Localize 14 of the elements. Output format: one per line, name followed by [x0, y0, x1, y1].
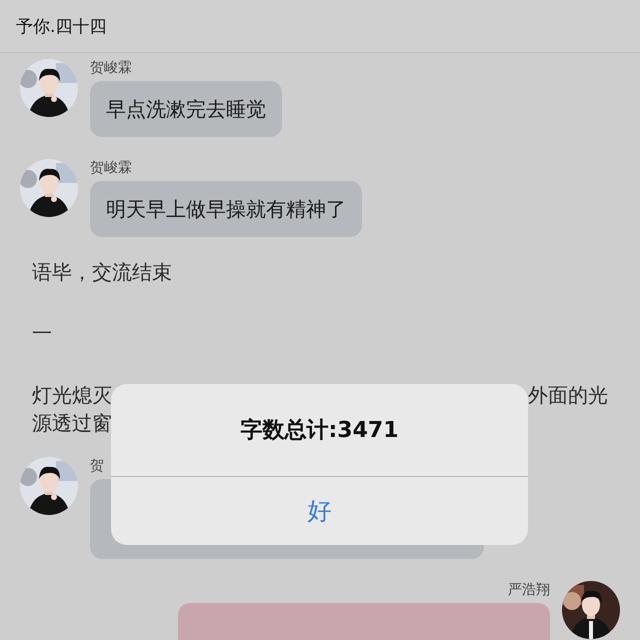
alert-message: 字数总计:3471: [240, 416, 399, 445]
sender-name: 贺峻霖: [90, 159, 132, 177]
story-text: 外面的光: [528, 382, 608, 409]
story-text: 一: [31, 320, 53, 347]
ok-button[interactable]: 好: [111, 477, 528, 545]
sender-name: 贺峻霖: [90, 59, 132, 77]
chat-title: 予你.四十四: [16, 16, 106, 38]
story-text: 语毕，交流结束: [31, 259, 173, 286]
sender-name: 贺: [90, 457, 104, 475]
message-bubble: 明天早上做早操就有精神了: [90, 181, 362, 237]
story-text: 灯光熄灭: [32, 382, 112, 409]
story-text: 源透过窗: [32, 410, 112, 437]
message-bubble: 早点洗漱完去睡觉: [90, 81, 282, 137]
sender-name: 严浩翔: [508, 581, 550, 599]
